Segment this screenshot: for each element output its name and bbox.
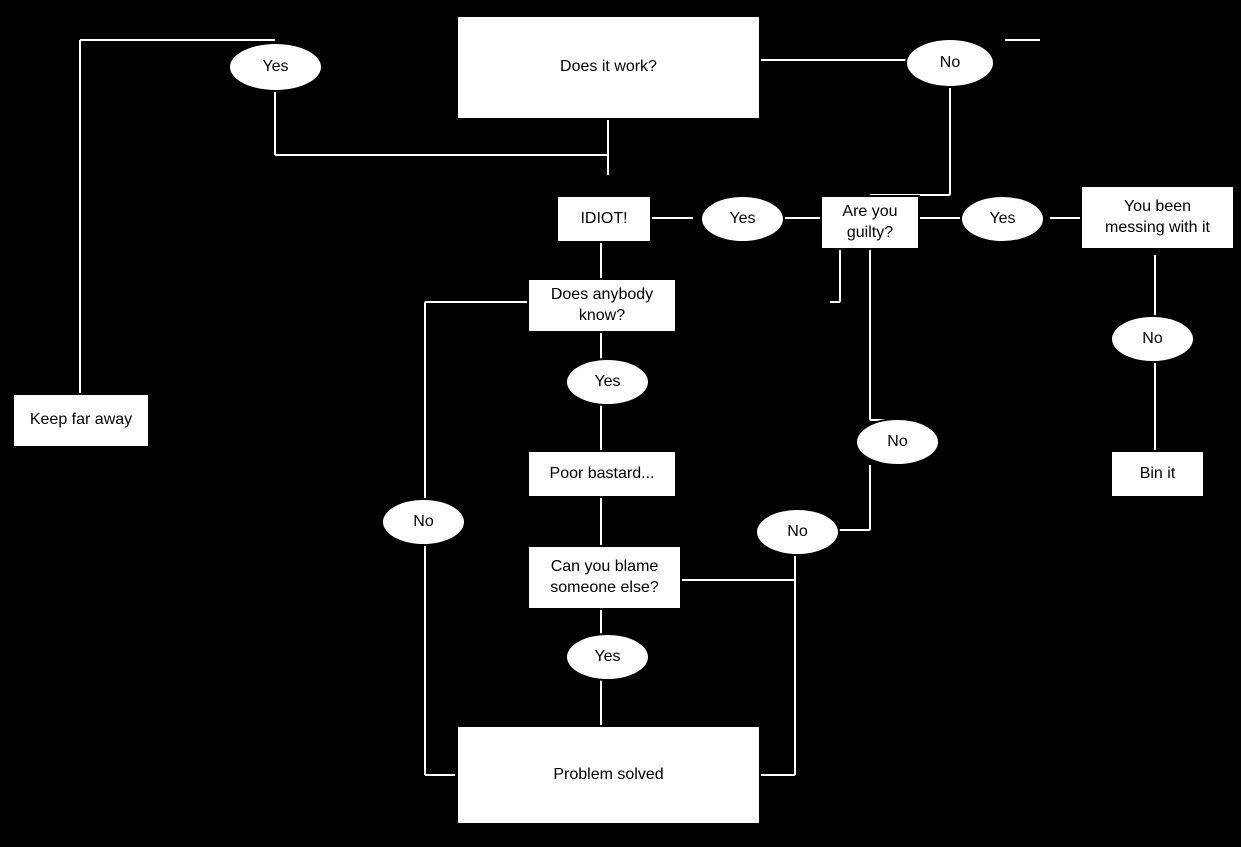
yes-mid3: Yes	[565, 358, 650, 406]
poor-bastard-box: Poor bastard...	[527, 450, 677, 498]
no-mid2: No	[755, 508, 840, 556]
keep-far-away-box: Keep far away	[12, 393, 150, 448]
bin-it-box: Bin it	[1110, 450, 1205, 498]
you-been-messing-box: You been messing with it	[1080, 185, 1235, 250]
no-mid-left: No	[381, 498, 466, 546]
idiot-box: IDIOT!	[556, 195, 652, 243]
does-anybody-know-box: Does anybody know?	[527, 278, 677, 333]
does-it-work-box: Does it work?	[456, 15, 761, 120]
no-right1: No	[1110, 315, 1195, 363]
yes-top-left: Yes	[228, 42, 323, 92]
can-you-blame-box: Can you blame someone else?	[527, 545, 682, 610]
no-right2: No	[855, 418, 940, 466]
are-you-guilty-box: Are you guilty?	[820, 195, 920, 250]
problem-solved-box: Problem solved	[456, 725, 761, 825]
yes-mid2: Yes	[960, 195, 1045, 243]
flowchart: Does it work? Yes No IDIOT! Yes Are you …	[0, 0, 1241, 847]
yes-mid1: Yes	[700, 195, 785, 243]
yes-bottom: Yes	[565, 633, 650, 681]
no-top-right: No	[905, 38, 995, 88]
